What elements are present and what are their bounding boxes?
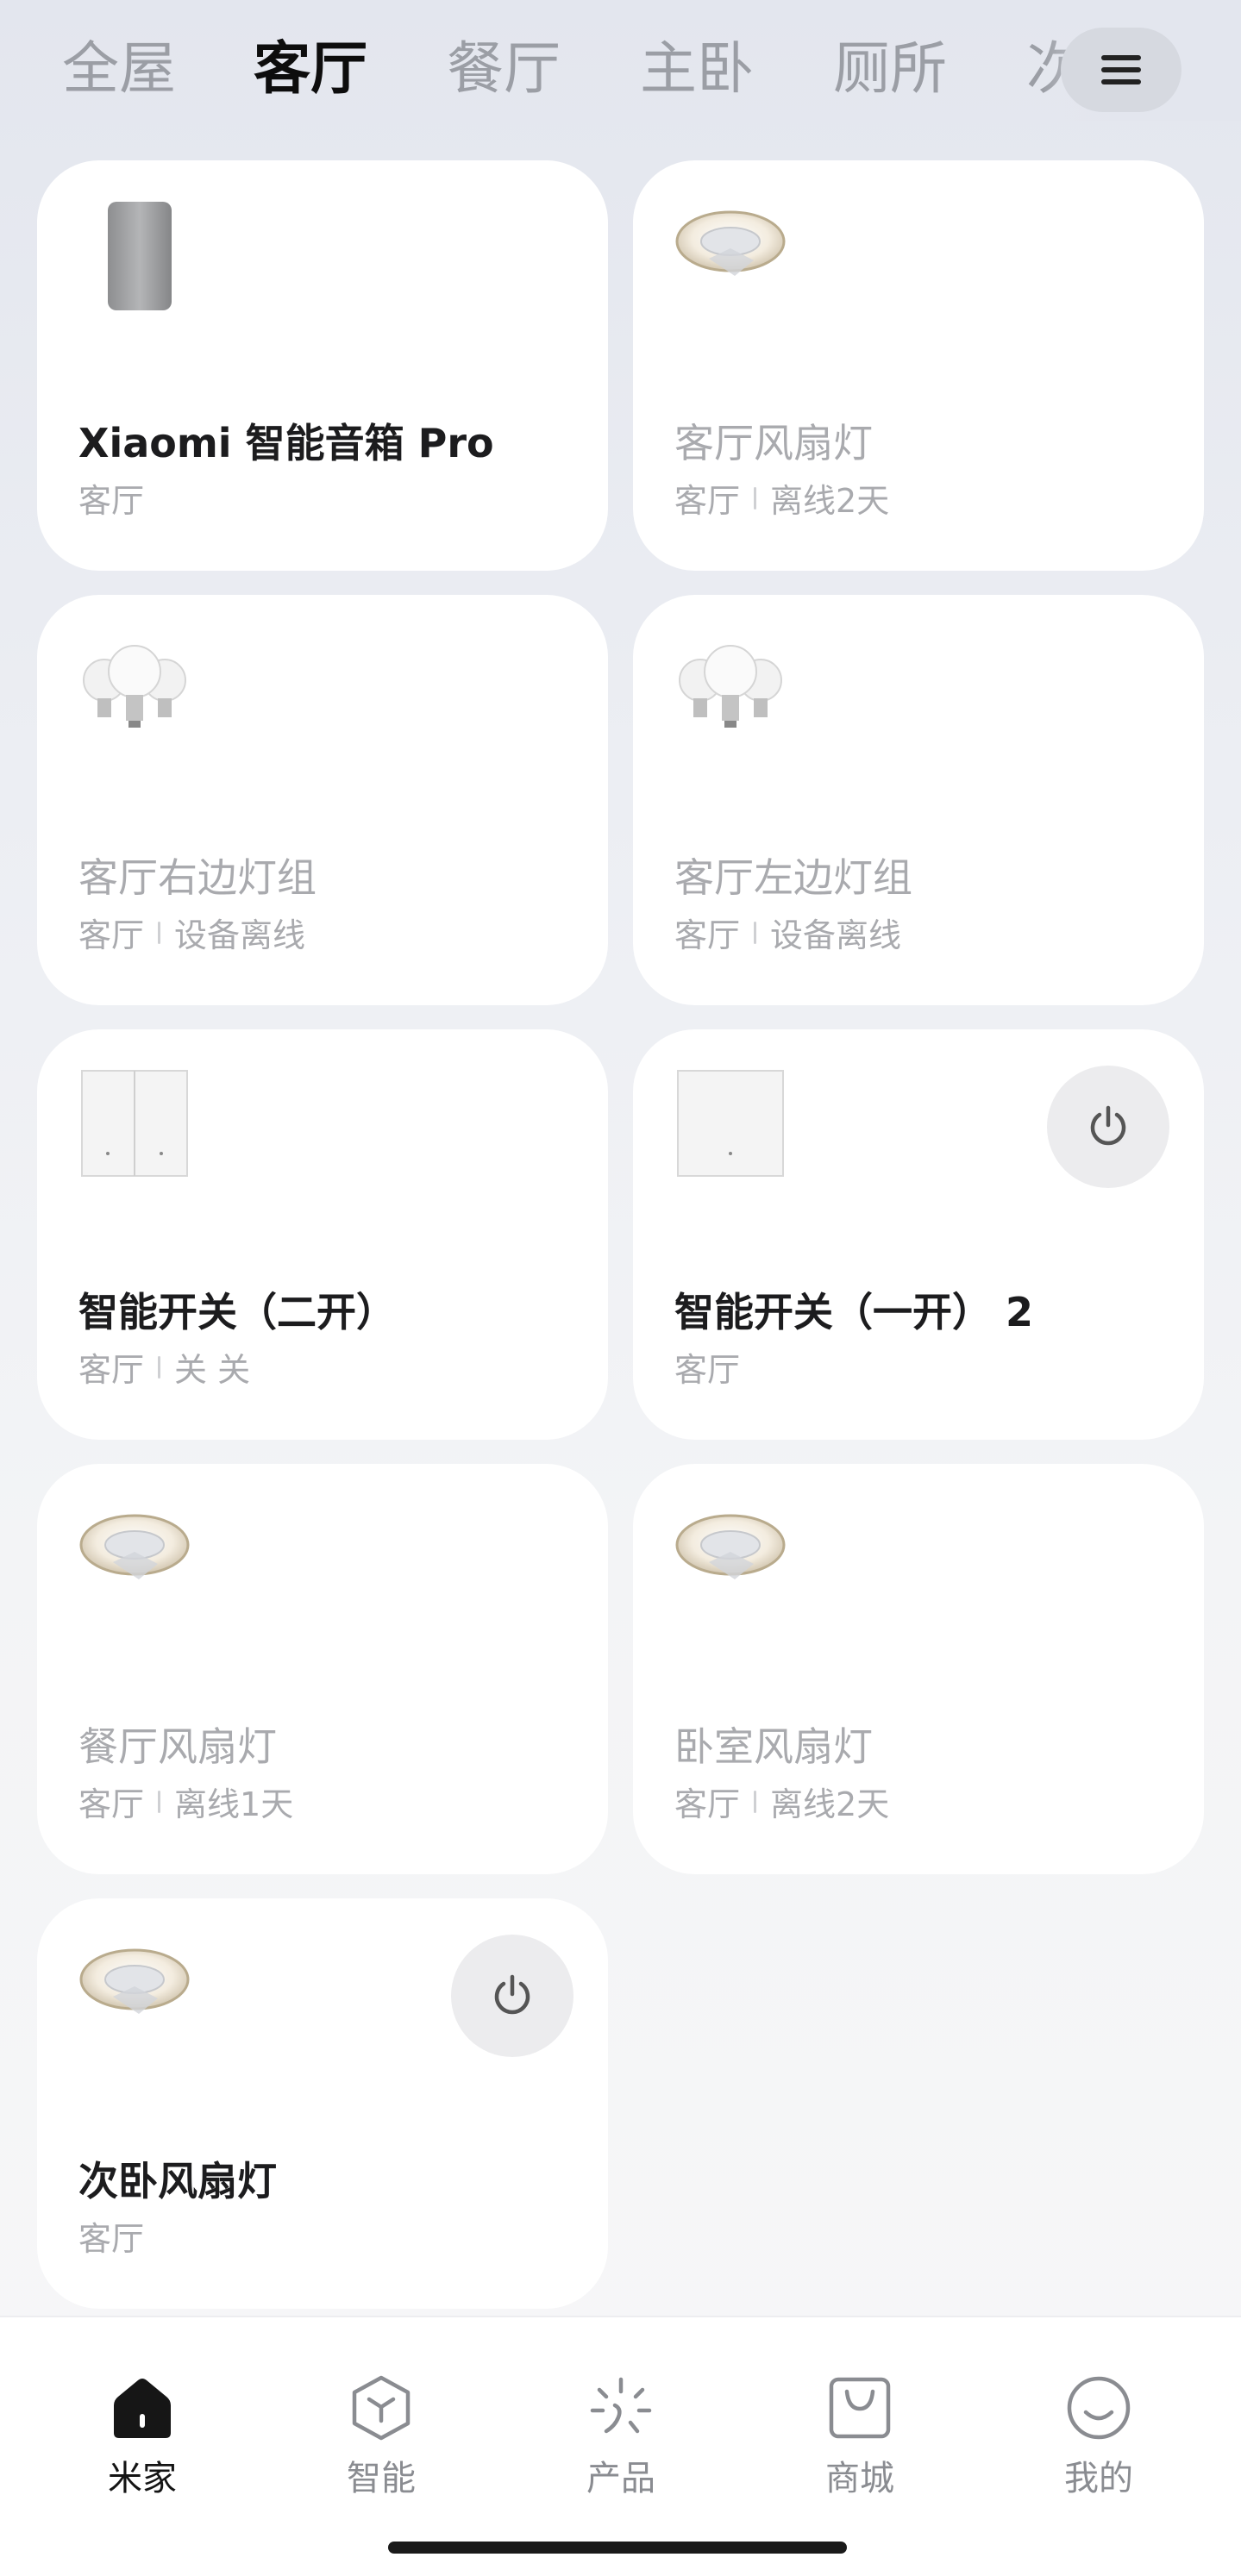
tab-master-bedroom[interactable]: 主卧 [640, 26, 754, 112]
tab-living-room[interactable]: 客厅 [254, 26, 367, 112]
fan-light-icon [79, 1948, 190, 2014]
device-room: 客厅 [78, 2220, 145, 2258]
room-menu-button[interactable] [1061, 28, 1181, 112]
nav-label: 商城 [825, 2459, 894, 2498]
device-name: Xiaomi 智能音箱 Pro [78, 420, 494, 466]
device-name: 客厅右边灯组 [78, 854, 317, 901]
fan-light-icon [79, 1514, 190, 1579]
nav-label: 米家 [108, 2459, 177, 2498]
device-name: 智能开关（一开） 2 [674, 1289, 1034, 1335]
device-status-line: 客厅关 关 [78, 1351, 251, 1389]
power-icon [494, 1974, 530, 2015]
single-switch-icon [677, 1070, 784, 1177]
bottom-nav: 米家 智能 产品 商城 我的 [0, 2316, 1241, 2576]
device-name: 客厅左边灯组 [674, 854, 912, 901]
device-name: 智能开关（二开） [78, 1289, 396, 1335]
device-name: 餐厅风扇灯 [78, 1723, 277, 1770]
device-card[interactable]: 次卧风扇灯 客厅 [37, 1898, 608, 2309]
device-card[interactable]: 餐厅风扇灯 客厅 离线1天 [37, 1464, 608, 1874]
device-status-line: 客厅 设备离线 [674, 916, 902, 954]
device-card[interactable]: Xiaomi 智能音箱 Pro 客厅 [37, 160, 608, 571]
nav-home[interactable]: 米家 [56, 2371, 229, 2500]
hamburger-icon [1101, 55, 1141, 84]
home-indicator[interactable] [388, 2542, 847, 2554]
shop-bag-icon [829, 2377, 891, 2439]
device-card[interactable]: 客厅风扇灯 客厅 离线2天 [633, 160, 1204, 571]
device-card[interactable]: 卧室风扇灯 客厅 离线2天 [633, 1464, 1204, 1874]
device-name: 客厅风扇灯 [674, 420, 873, 466]
bulb-group-icon [679, 645, 782, 728]
bulb-group-icon [83, 645, 186, 728]
device-card[interactable]: 客厅右边灯组 客厅 设备离线 [37, 595, 608, 1005]
tab-whole-house[interactable]: 全屋 [62, 26, 176, 112]
device-card[interactable]: 智能开关（二开） 客厅关 关 [37, 1029, 608, 1440]
nav-smart[interactable]: 智能 [295, 2371, 467, 2500]
product-sparkle-icon [590, 2377, 652, 2434]
fan-light-icon [675, 210, 786, 276]
tab-toilet[interactable]: 厕所 [833, 26, 947, 112]
device-card[interactable]: 智能开关（一开） 2 客厅 [633, 1029, 1204, 1440]
device-room: 客厅 [78, 482, 145, 520]
tab-dining-room[interactable]: 餐厅 [447, 26, 561, 112]
home-icon [114, 2379, 171, 2438]
room-tab-bar: 全屋 客厅 餐厅 主卧 厕所 次 [0, 0, 1241, 147]
device-status-line: 客厅 设备离线 [78, 916, 306, 954]
nav-products[interactable]: 产品 [535, 2371, 707, 2500]
device-card[interactable]: 客厅左边灯组 客厅 设备离线 [633, 595, 1204, 1005]
nav-label: 我的 [1064, 2459, 1133, 2498]
device-room: 客厅 [674, 1351, 741, 1389]
profile-smile-icon [1067, 2376, 1131, 2440]
device-status-line: 客厅 离线1天 [78, 1785, 294, 1823]
double-switch-icon [81, 1070, 188, 1177]
nav-label: 产品 [586, 2459, 655, 2498]
smart-cube-icon [352, 2375, 411, 2441]
device-name: 次卧风扇灯 [78, 2158, 277, 2204]
power-button[interactable] [1047, 1066, 1169, 1188]
fan-light-icon [675, 1514, 786, 1579]
device-name: 卧室风扇灯 [674, 1723, 873, 1770]
nav-profile[interactable]: 我的 [1012, 2371, 1185, 2500]
nav-label: 智能 [347, 2459, 416, 2498]
nav-shop[interactable]: 商城 [774, 2371, 946, 2500]
power-icon [1090, 1105, 1126, 1146]
device-status-line: 客厅 离线2天 [674, 482, 890, 520]
power-button[interactable] [451, 1935, 573, 2057]
speaker-icon [108, 202, 172, 310]
device-status-line: 客厅 离线2天 [674, 1785, 890, 1823]
